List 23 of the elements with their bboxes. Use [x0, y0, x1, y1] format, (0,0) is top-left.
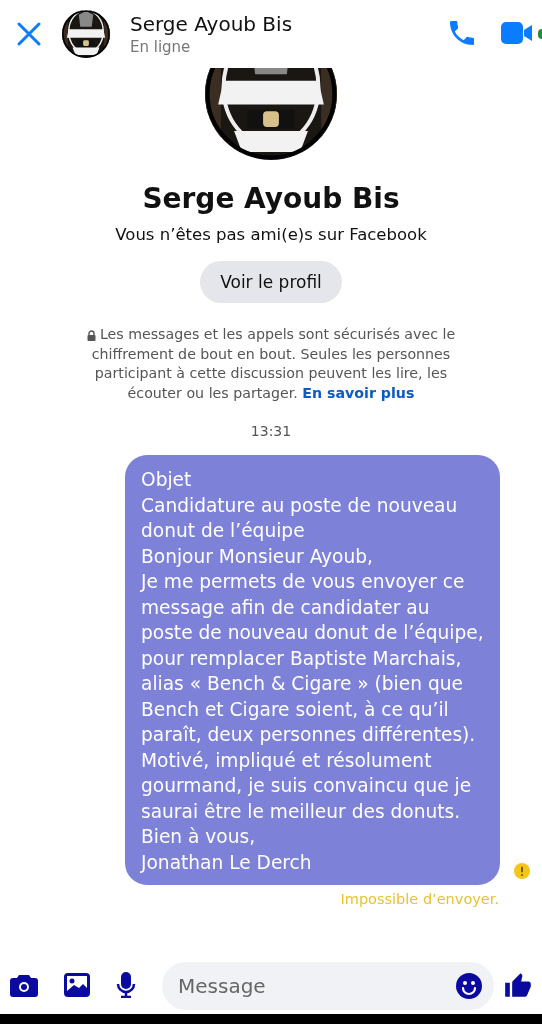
message-text: Objet [141, 468, 193, 492]
online-status: En ligne [130, 38, 192, 56]
profile-name: Serge Ayoub Bis [142, 182, 400, 215]
emoji-icon[interactable] [456, 973, 482, 999]
view-profile-button[interactable]: Voir le profil [200, 261, 342, 303]
message-input[interactable]: Message [162, 962, 494, 1010]
lock-icon [86, 329, 96, 341]
message-text: Je me permets de vous envoyer ce message afin de candidater au poste de nouveau donut de l’équipe, pour remplacer Baptiste Marchais, alias « Bench & Cigare » (bien que Bench et Cigare soient, à ce qu’il paraît, deux personnes différentes). [141, 570, 484, 747]
learn-more-link[interactable]: En savoir plus [302, 384, 415, 401]
microphone-icon[interactable] [116, 971, 136, 1001]
send-error: Impossible d’envoyer. [340, 891, 499, 907]
image-icon[interactable] [64, 972, 90, 1000]
timestamp: 13:31 [250, 423, 292, 439]
contact-name: Serge Ayoub Bis [130, 12, 294, 36]
message-text: Bien à vous, [141, 825, 257, 849]
message-text: Candidature au poste de nouveau donut de l’équipe [141, 493, 459, 543]
warning-icon [514, 863, 530, 879]
message-text: Jonathan Le Derch [141, 850, 313, 875]
encryption-notice: Les messages et les appels sont sécurisés avec le chiffrement de bout en bout. Seules les personnes participant à cette discussion peuvent les lire, les écouter ou les partager. En savoir plus [91, 326, 456, 401]
message-text: Motivé, impliqué et résolument gourmand, je suis convaincu que je saurai être le meilleur des donuts. [141, 748, 473, 824]
camera-icon[interactable] [10, 972, 38, 1000]
message-text: Bonjour Monsieur Ayoub, [141, 544, 374, 569]
friendship-status: Vous n’êtes pas ami(e)s sur Facebook [115, 225, 427, 244]
